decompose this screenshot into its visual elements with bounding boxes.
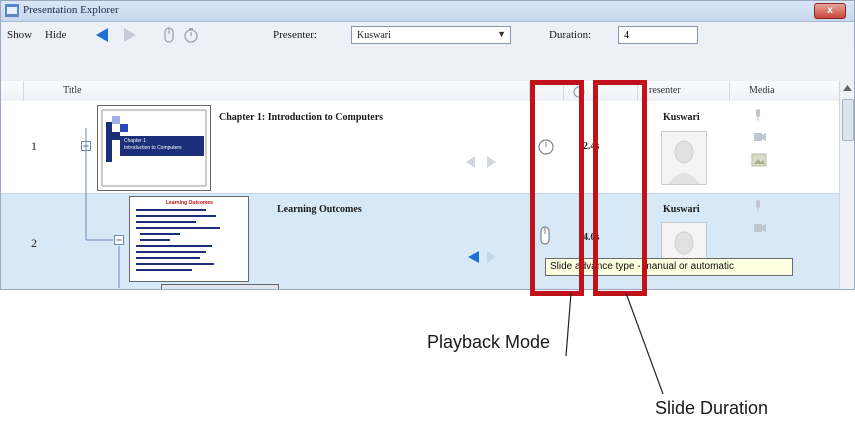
callout-lines	[565, 292, 664, 395]
slide-duration-callout: Slide Duration	[655, 398, 769, 418]
playback-mode-callout: Playback Mode	[427, 332, 551, 352]
